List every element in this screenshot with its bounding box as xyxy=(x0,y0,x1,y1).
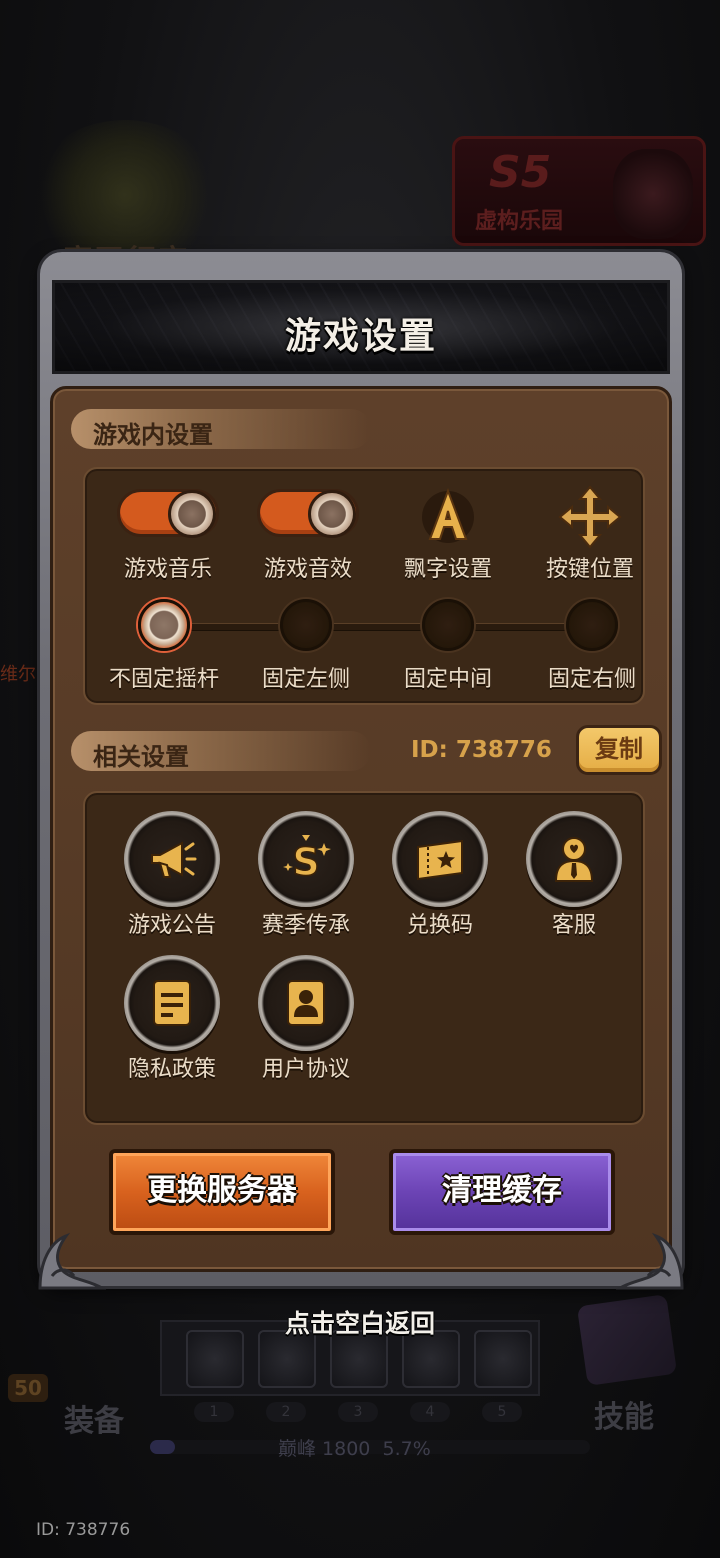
letter-a-icon xyxy=(422,488,474,543)
season-character-art xyxy=(613,149,693,239)
user-agreement-label: 用户协议 xyxy=(261,1057,350,1082)
icon-frame xyxy=(124,811,220,907)
svg-text:S: S xyxy=(292,840,319,884)
icon-frame xyxy=(258,955,354,1051)
user-card-icon xyxy=(287,980,325,1026)
icon-frame xyxy=(526,811,622,907)
icon-frame xyxy=(392,811,488,907)
side-name-text: 维尔 xyxy=(0,664,36,685)
joystick-option-label: 固定右侧 xyxy=(547,667,636,692)
joystick-option-center[interactable]: 固定中间 xyxy=(373,599,523,699)
joystick-option-right[interactable]: 固定右侧 xyxy=(517,599,667,699)
key-position-label: 按键位置 xyxy=(545,557,634,582)
season-name: 虚构乐园 xyxy=(475,209,564,234)
dialog-title: 游戏设置 xyxy=(284,316,437,357)
sfx-setting: 游戏音效 xyxy=(233,489,383,589)
section-label: 相关设置 xyxy=(93,743,189,771)
redeem-code-label: 兑换码 xyxy=(406,913,473,938)
corner-ornament-icon xyxy=(616,1232,684,1290)
radio-selected xyxy=(138,599,190,651)
season-s-icon: S xyxy=(283,835,331,885)
icon-frame xyxy=(124,955,220,1051)
toggle-knob xyxy=(168,490,216,538)
radio-unselected xyxy=(566,599,618,651)
joystick-option-label: 固定左侧 xyxy=(261,667,350,692)
clear-cache-button[interactable]: 清理缓存 xyxy=(389,1149,615,1235)
slot-number: 3 xyxy=(338,1402,378,1422)
document-icon xyxy=(153,980,191,1026)
customer-service-button[interactable]: 客服 xyxy=(499,811,649,941)
user-agreement-button[interactable]: 用户协议 xyxy=(231,955,381,1085)
dialog-header: 游戏设置 xyxy=(52,280,670,374)
sfx-toggle-label: 游戏音效 xyxy=(263,557,352,582)
player-id: ID: 738776 xyxy=(411,737,552,763)
corner-ornament-icon xyxy=(38,1232,106,1290)
related-settings-panel: 游戏公告 S 赛季传承 兑换码 客服 隐私政策 用户协议 xyxy=(83,791,645,1125)
slot-number: 1 xyxy=(194,1402,234,1422)
radio-unselected xyxy=(280,599,332,651)
rank-text: 巅峰 1800 xyxy=(278,1438,371,1460)
joystick-option-left[interactable]: 固定左侧 xyxy=(231,599,381,699)
floating-text-setting-button[interactable]: 飘字设置 xyxy=(373,485,523,589)
in-game-settings-panel: 游戏音乐 游戏音效 飘字设置 按键位置 不固定摇杆 固定左侧 固定中间 固定右侧 xyxy=(83,467,645,705)
floating-text-label: 飘字设置 xyxy=(403,557,492,582)
music-toggle[interactable] xyxy=(117,489,219,538)
skill-label: 技能 xyxy=(594,1400,654,1435)
joystick-option-label: 固定中间 xyxy=(403,667,492,692)
rank-progress-text: 巅峰 1800 5.7% xyxy=(278,1434,431,1461)
season-inherit-button[interactable]: S 赛季传承 xyxy=(231,811,381,941)
privacy-policy-button[interactable]: 隐私政策 xyxy=(97,955,247,1085)
megaphone-icon xyxy=(151,841,197,878)
rank-percent: 5.7% xyxy=(382,1438,431,1460)
move-arrows-icon xyxy=(558,485,622,549)
radio-unselected xyxy=(422,599,474,651)
slot-number: 2 xyxy=(266,1402,306,1422)
level-badge: 50 xyxy=(8,1374,48,1402)
redeem-code-button[interactable]: 兑换码 xyxy=(365,811,515,941)
season-code: S5 xyxy=(489,147,552,198)
support-person-icon xyxy=(554,837,594,882)
announcement-label: 游戏公告 xyxy=(127,913,216,938)
music-toggle-label: 游戏音乐 xyxy=(123,557,212,582)
sfx-toggle[interactable] xyxy=(257,489,359,538)
dialog-body: 游戏内设置 游戏音乐 游戏音效 飘字设置 按键位置 不固定摇杆 固定左侧 固定中… xyxy=(50,386,672,1272)
joystick-option-label: 不固定摇杆 xyxy=(108,667,219,692)
icon-frame: S xyxy=(258,811,354,907)
ticket-icon xyxy=(417,839,463,881)
settings-dialog: 游戏设置 游戏内设置 游戏音乐 游戏音效 飘字设置 按键位置 不固定摇杆 固定左… xyxy=(38,252,684,1290)
announcement-button[interactable]: 游戏公告 xyxy=(97,811,247,941)
tap-blank-to-return[interactable]: 点击空白返回 xyxy=(0,1304,720,1340)
rank-progress-fill xyxy=(150,1440,176,1454)
music-setting: 游戏音乐 xyxy=(93,489,243,589)
section-label: 游戏内设置 xyxy=(93,421,213,449)
slot-number: 5 xyxy=(482,1402,522,1422)
section-header-in-game: 游戏内设置 xyxy=(71,409,371,449)
privacy-policy-label: 隐私政策 xyxy=(127,1057,216,1082)
key-position-setting-button[interactable]: 按键位置 xyxy=(515,485,665,589)
slot-number: 4 xyxy=(410,1402,450,1422)
toggle-knob xyxy=(308,490,356,538)
customer-service-label: 客服 xyxy=(551,913,596,938)
equip-label: 装备 xyxy=(64,1404,124,1439)
copy-id-button[interactable]: 复制 xyxy=(576,725,662,775)
season-inherit-label: 赛季传承 xyxy=(261,913,350,938)
section-header-related: 相关设置 xyxy=(71,731,371,771)
season-badge: S5 虚构乐园 xyxy=(452,136,706,246)
footer-player-id: ID: 738776 xyxy=(36,1520,131,1540)
joystick-option-free[interactable]: 不固定摇杆 xyxy=(89,599,239,699)
change-server-button[interactable]: 更换服务器 xyxy=(109,1149,335,1235)
